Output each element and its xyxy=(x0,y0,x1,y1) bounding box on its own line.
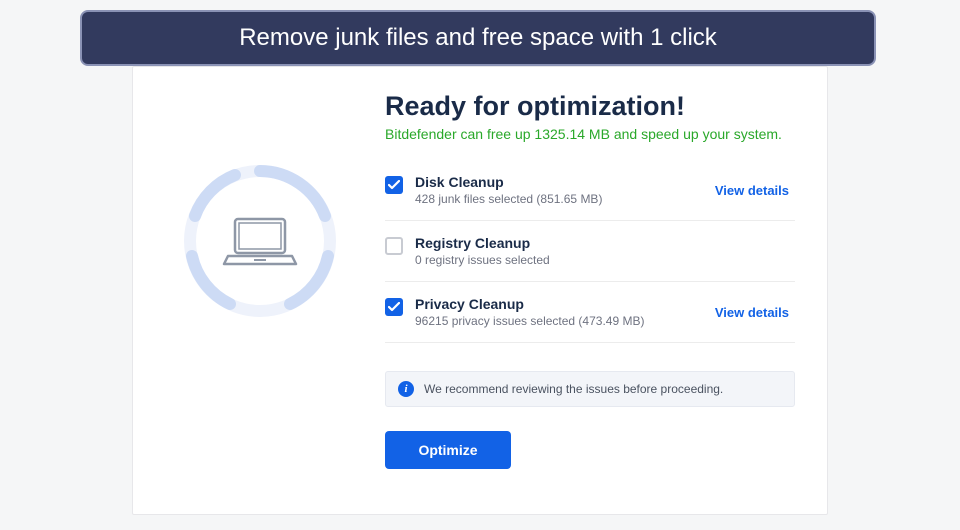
item-subtitle: 0 registry issues selected xyxy=(415,253,795,267)
info-icon: i xyxy=(398,381,414,397)
optimization-content: Ready for optimization! Bitdefender can … xyxy=(385,91,795,490)
promo-banner-text: Remove junk files and free space with 1 … xyxy=(239,24,717,52)
view-details-link[interactable]: View details xyxy=(715,305,789,320)
cleanup-item-privacy: Privacy Cleanup 96215 privacy issues sel… xyxy=(385,282,795,343)
optimize-button[interactable]: Optimize xyxy=(385,431,511,469)
notice-text: We recommend reviewing the issues before… xyxy=(424,382,723,396)
optimization-card: Ready for optimization! Bitdefender can … xyxy=(132,66,828,515)
view-details-link[interactable]: View details xyxy=(715,183,789,198)
review-notice: i We recommend reviewing the issues befo… xyxy=(385,371,795,407)
checkbox-privacy-cleanup[interactable] xyxy=(385,298,403,316)
cleanup-item-registry: Registry Cleanup 0 registry issues selec… xyxy=(385,221,795,282)
item-subtitle: 428 junk files selected (851.65 MB) xyxy=(415,192,703,206)
promo-banner: Remove junk files and free space with 1 … xyxy=(80,10,876,66)
checkbox-registry-cleanup[interactable] xyxy=(385,237,403,255)
checkbox-disk-cleanup[interactable] xyxy=(385,176,403,194)
page-subtitle: Bitdefender can free up 1325.14 MB and s… xyxy=(385,126,795,142)
item-title: Privacy Cleanup xyxy=(415,296,703,312)
status-ring-wrap xyxy=(165,91,355,490)
item-title: Disk Cleanup xyxy=(415,174,703,190)
page-title: Ready for optimization! xyxy=(385,91,795,122)
cleanup-item-disk: Disk Cleanup 428 junk files selected (85… xyxy=(385,160,795,221)
laptop-progress-icon xyxy=(180,161,340,321)
item-subtitle: 96215 privacy issues selected (473.49 MB… xyxy=(415,314,703,328)
item-title: Registry Cleanup xyxy=(415,235,795,251)
